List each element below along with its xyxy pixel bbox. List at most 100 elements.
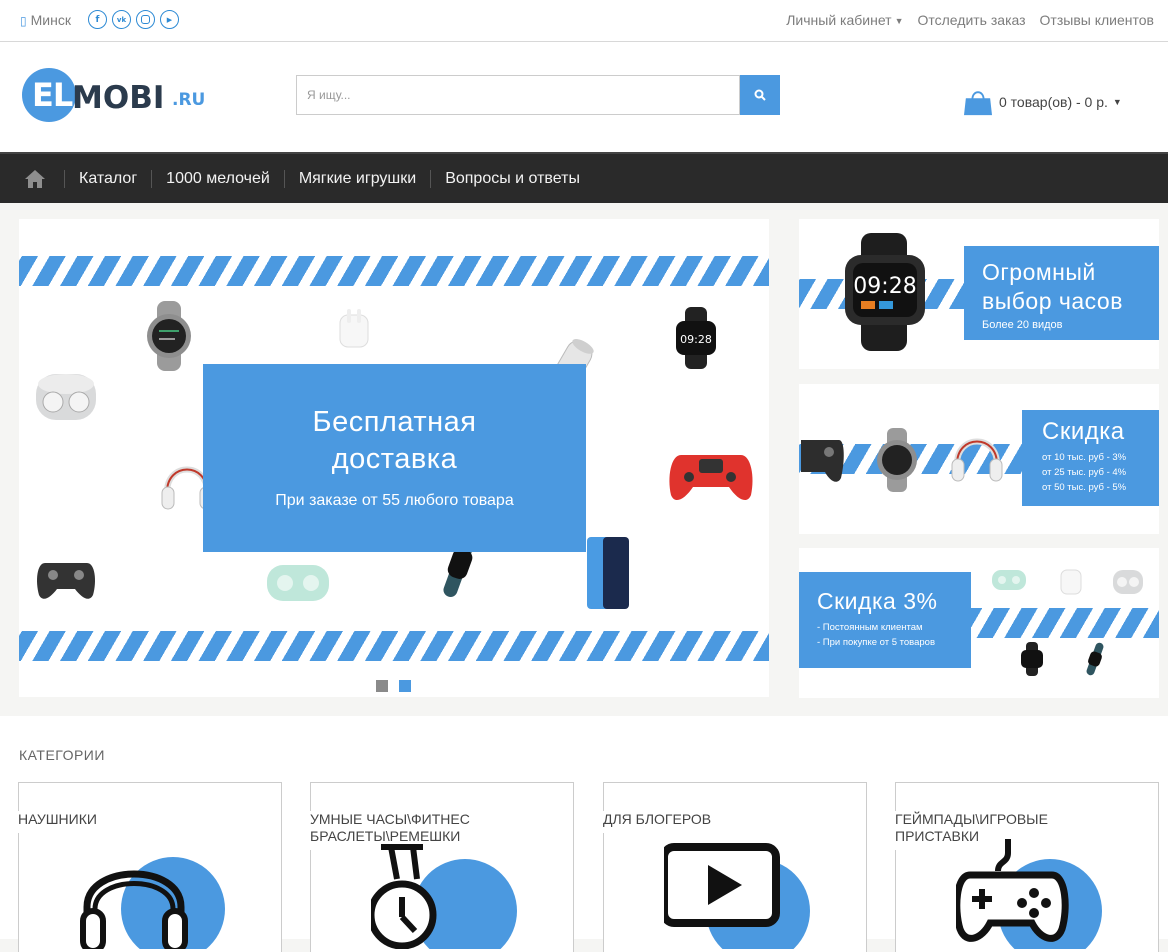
category-label: ДЛЯ БЛОГЕРОВ (603, 811, 803, 833)
category-label-line1: ДЛЯ БЛОГЕРОВ (603, 811, 712, 827)
gamepad-image (801, 440, 844, 482)
slider-dot-active[interactable] (399, 680, 411, 692)
main-slider[interactable]: 09:28 Бесплатная доставка При заказе от … (19, 219, 769, 697)
cart-button[interactable]: 0 товар(ов) - 0 р. ▼ (962, 88, 1122, 116)
category-card-headphones[interactable]: НАУШНИКИ (18, 782, 282, 952)
logo-mobi-text: MOBI (72, 80, 165, 116)
discount-offer-box: Скидка от 10 тыс. руб - 3% от 25 тыс. ру… (1022, 410, 1159, 506)
smartwatch-image (877, 428, 917, 492)
nav-divider (430, 169, 432, 188)
cart-summary: 0 товар(ов) - 0 р. (999, 94, 1108, 110)
discount-offer-lines: от 10 тыс. руб - 3% от 25 тыс. руб - 4% … (1042, 450, 1126, 495)
fitness-band-image (1086, 642, 1104, 676)
nav-item-faq[interactable]: Вопросы и ответы (445, 170, 580, 188)
smartwatch-image: 09:28 (676, 307, 716, 369)
category-label-line1: УМНЫЕ ЧАСЫ\ФИТНЕС (310, 811, 470, 827)
earbuds-case-image (267, 565, 329, 601)
promo-title-line2: доставка (331, 443, 458, 475)
logo-el-text: EL (32, 76, 73, 114)
side-banner-loyalty[interactable]: Скидка 3% - Постоянным клиентам - При по… (799, 548, 1159, 698)
main-nav: Каталог 1000 мелочей Мягкие игрушки Вопр… (0, 152, 1168, 203)
track-order-link[interactable]: Отследить заказ (917, 12, 1025, 28)
watch-offer-box: Огромный выбор часов Более 20 видов (964, 246, 1159, 340)
stripe-decoration (19, 631, 769, 661)
loyalty-line: - При покупке от 5 товаров (817, 637, 935, 648)
facebook-icon[interactable]: f (88, 10, 107, 29)
home-button[interactable] (20, 169, 50, 189)
nav-item-catalog[interactable]: Каталог (79, 170, 137, 188)
search-bar (296, 75, 780, 115)
promo-subtitle: При заказе от 55 любого товара (275, 492, 514, 509)
social-links: f vk ▶ (88, 10, 179, 29)
category-label-line1: НАУШНИКИ (18, 811, 97, 827)
categories-title: КАТЕГОРИИ (19, 747, 105, 763)
smartwatch-image: 09:28 (845, 233, 925, 351)
category-label: НАУШНИКИ (18, 811, 218, 833)
smartwatch-image (1021, 642, 1043, 676)
nav-divider (283, 169, 285, 188)
reviews-link[interactable]: Отзывы клиентов (1040, 12, 1154, 28)
watch-offer-title-line2: выбор часов (982, 288, 1123, 314)
earbuds-case-image (992, 570, 1026, 590)
loyalty-line: - Постоянным клиентам (817, 622, 923, 633)
category-card-smartwatches[interactable]: УМНЫЕ ЧАСЫ\ФИТНЕС БРАСЛЕТЫ\РЕМЕШКИ (310, 782, 574, 952)
smartwatch-image (147, 301, 191, 371)
nav-item-1000-melochey[interactable]: 1000 мелочей (166, 170, 270, 188)
watch-offer-title: Огромный выбор часов (982, 258, 1123, 316)
earbuds-case-image (36, 374, 96, 420)
account-link-label: Личный кабинет (786, 12, 892, 28)
location-pin-icon: ▯ (20, 14, 27, 28)
video-play-icon (664, 843, 810, 949)
discount-line: от 50 тыс. руб - 5% (1042, 482, 1127, 493)
header: EL MOBI .RU 0 товар(ов) - 0 р. ▼ (0, 42, 1168, 152)
nav-item-soft-toys[interactable]: Мягкие игрушки (299, 170, 416, 188)
promo-title-line1: Бесплатная (312, 406, 477, 438)
slider-pagination (376, 680, 411, 692)
logo-ru-text: .RU (172, 90, 206, 110)
stripe-decoration (19, 256, 769, 286)
category-card-gamepads[interactable]: ГЕЙМПАДЫ\ИГРОВЫЕ ПРИСТАВКИ (895, 782, 1159, 952)
nav-divider (64, 169, 65, 188)
logo[interactable]: EL MOBI .RU (22, 68, 212, 124)
discount-line: от 25 тыс. руб - 4% (1042, 467, 1127, 478)
discount-offer-title: Скидка (1042, 418, 1125, 445)
watch-offer-title-line1: Огромный (982, 259, 1096, 285)
account-link[interactable]: Личный кабинет ▼ (786, 12, 903, 28)
top-links: Личный кабинет ▼ Отследить заказ Отзывы к… (786, 12, 1154, 28)
watch-icon (371, 844, 517, 949)
instagram-icon[interactable] (136, 10, 155, 29)
airpods-case-image (339, 309, 369, 348)
headphones-icon (80, 857, 225, 949)
earbuds-case-image (1113, 570, 1143, 594)
gamepad-icon (956, 839, 1102, 949)
side-banner-watches[interactable]: 09:28 Огромный выбор часов Более 20 видо… (799, 219, 1159, 369)
loyalty-offer-title: Скидка 3% (817, 588, 938, 614)
vk-icon[interactable]: vk (112, 10, 131, 29)
promo-title: Бесплатная доставка (203, 404, 586, 478)
gamepad-image (37, 563, 95, 599)
loyalty-offer-lines: - Постоянным клиентам - При покупке от 5… (817, 620, 935, 650)
top-bar: ▯ Минск f vk ▶ Личный кабинет ▼ Отследить … (0, 0, 1168, 42)
city-label: Минск (30, 12, 71, 28)
shopping-bag-icon (964, 91, 992, 116)
categories-section: КАТЕГОРИИ НАУШНИКИ УМНЫЕ ЧАСЫ\ФИТНЕС БРА… (0, 716, 1168, 952)
category-card-bloggers[interactable]: ДЛЯ БЛОГЕРОВ (603, 782, 867, 952)
watch-offer-note: Более 20 видов (982, 319, 1063, 331)
discount-line: от 10 тыс. руб - 3% (1042, 452, 1127, 463)
gamepad-image (669, 455, 753, 501)
caret-down-icon: ▼ (894, 16, 904, 27)
search-input[interactable] (296, 75, 740, 115)
airpods-case-image (1060, 569, 1082, 595)
city-selector[interactable]: ▯ Минск (20, 12, 71, 28)
search-button[interactable] (740, 75, 780, 115)
smartphone-image (587, 537, 629, 609)
youtube-icon[interactable]: ▶ (160, 10, 179, 29)
free-delivery-banner: Бесплатная доставка При заказе от 55 люб… (203, 364, 586, 552)
slider-dot[interactable] (376, 680, 388, 692)
side-banner-discount[interactable]: Скидка от 10 тыс. руб - 3% от 25 тыс. ру… (799, 384, 1159, 534)
watch-time-display: 09:28 (853, 274, 916, 299)
search-icon (754, 89, 766, 101)
nav-divider (151, 169, 153, 188)
caret-down-icon: ▼ (1112, 97, 1122, 107)
svg-text:09:28: 09:28 (680, 333, 712, 346)
